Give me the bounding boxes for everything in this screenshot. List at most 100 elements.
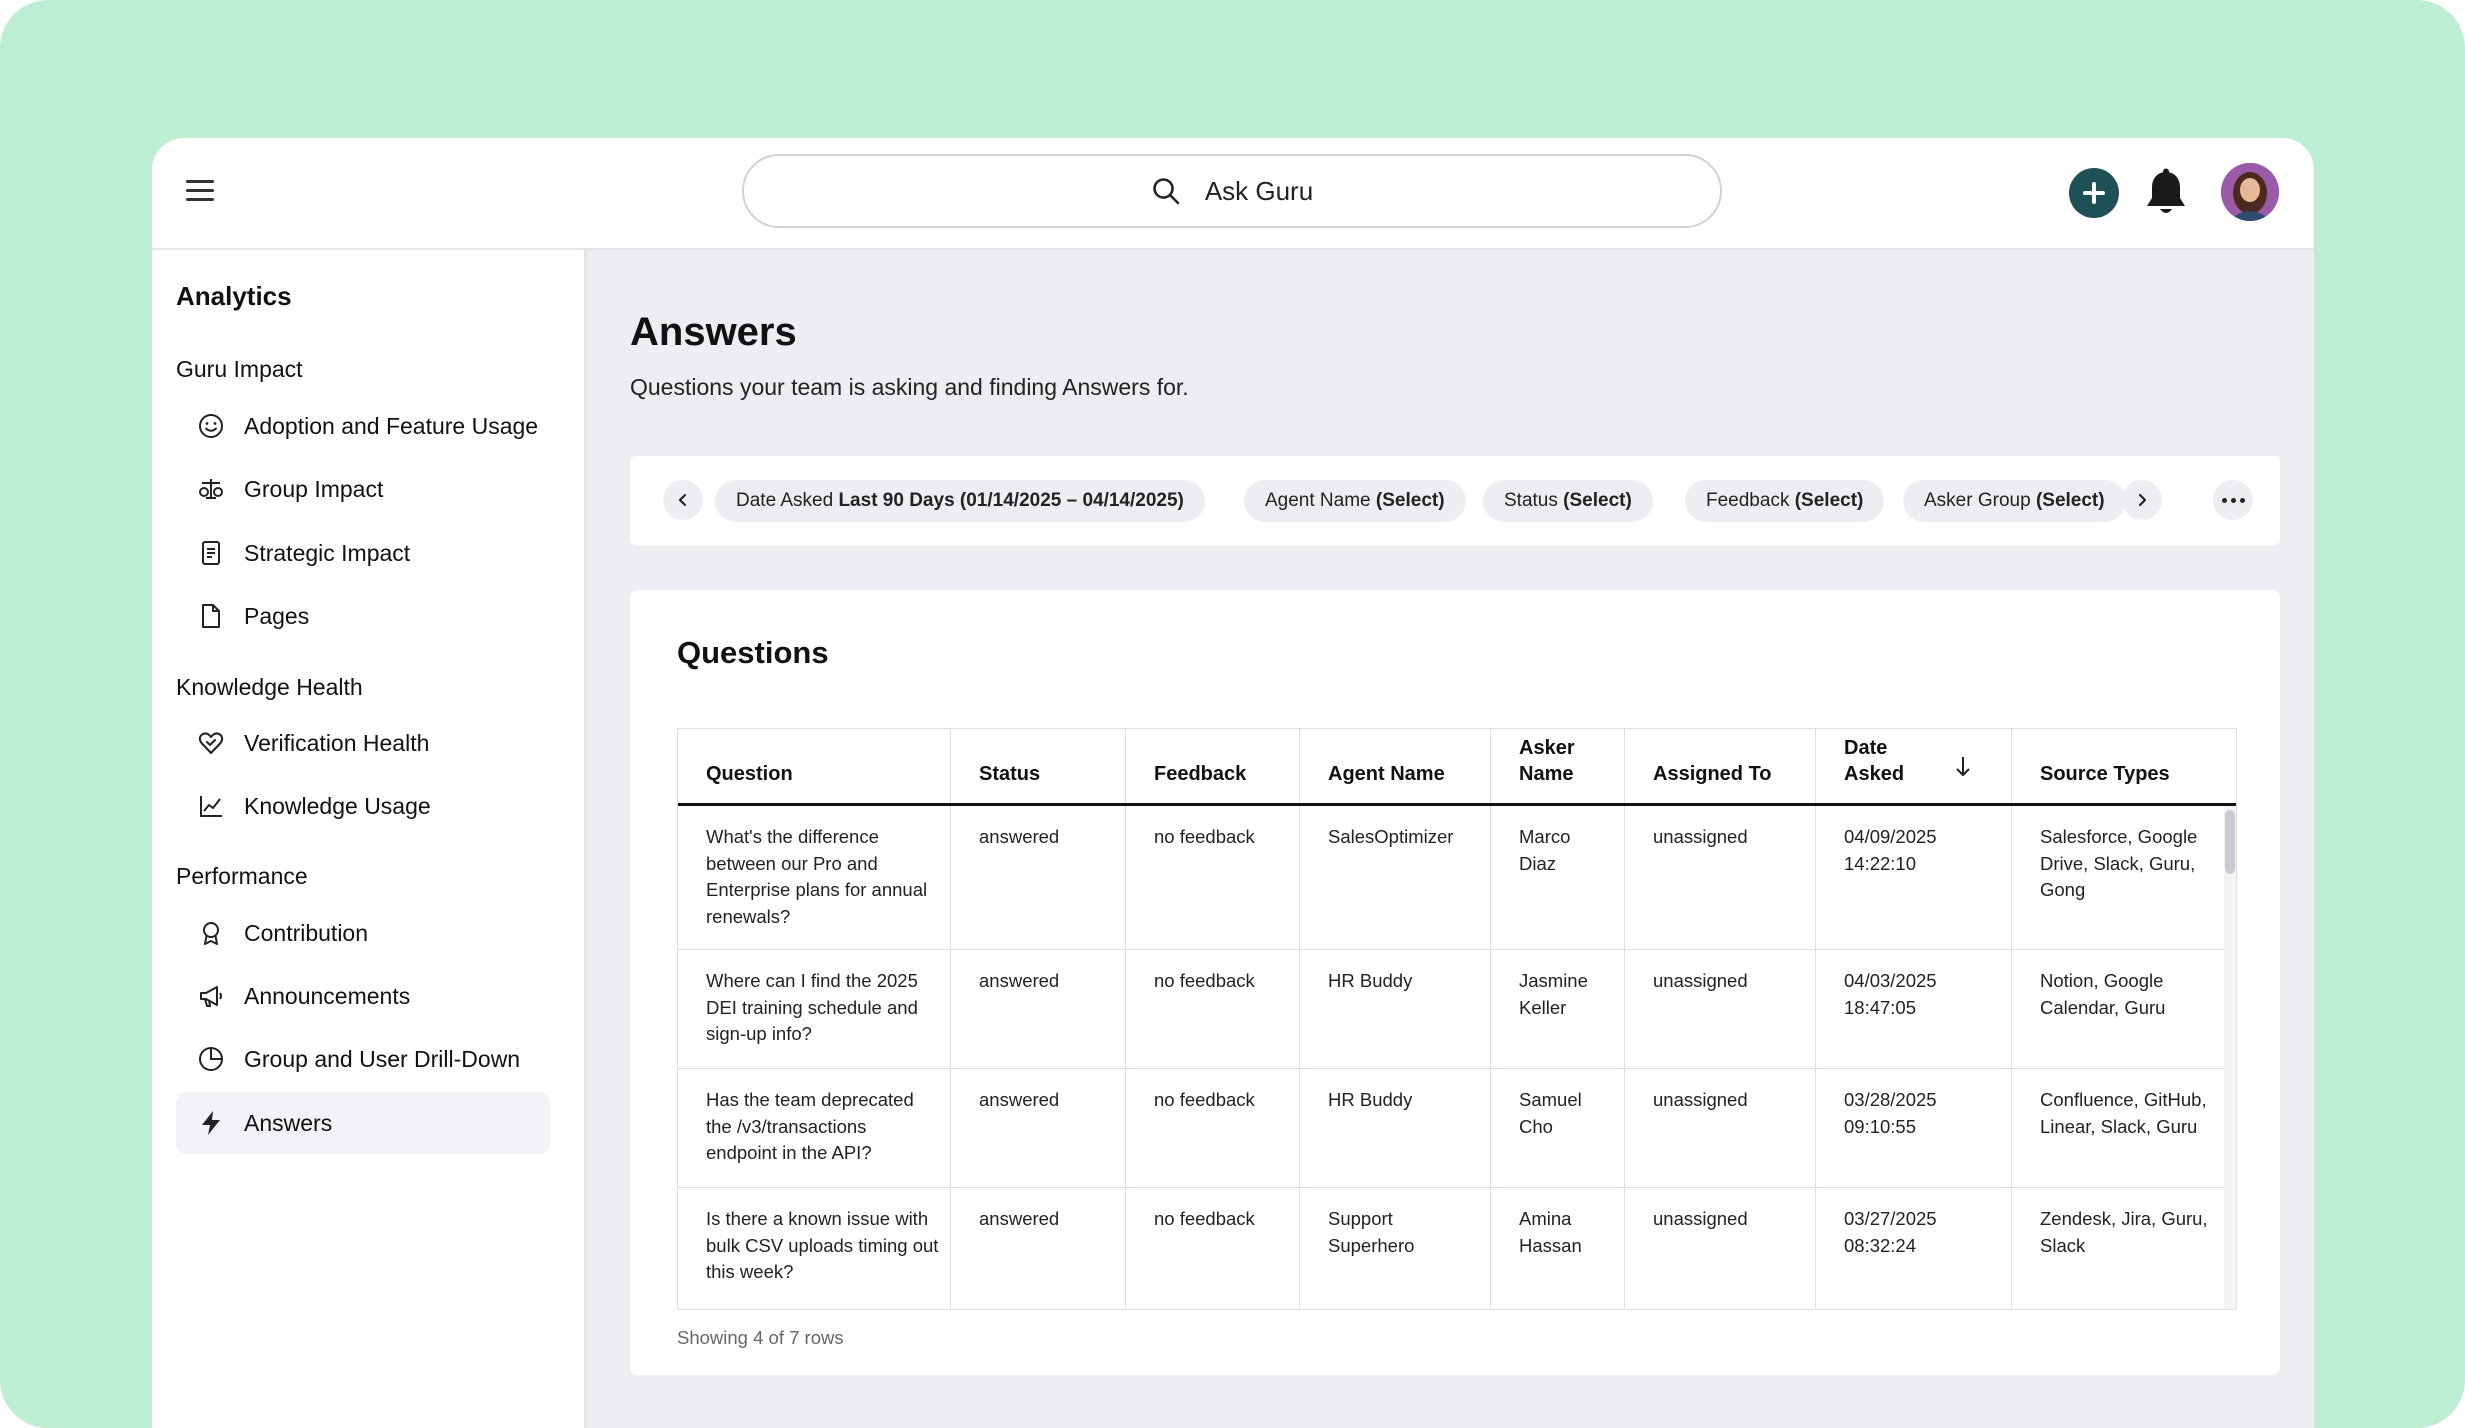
sidebar-item-answers[interactable]: Answers [176,1092,550,1154]
avatar[interactable] [2221,163,2279,221]
cell-agent-name: SalesOptimizer [1328,826,1454,847]
cell-assigned-to: unassigned [1653,970,1748,991]
cell-source-types: Salesforce, Google Drive, Slack, Guru, G… [2040,826,2198,900]
document-icon [202,541,220,565]
cell-feedback: no feedback [1154,1208,1255,1229]
page-icon [202,604,220,628]
column-header-status[interactable]: Status [951,729,1126,803]
cell-date-asked: 04/03/2025 18:47:05 [1844,970,1937,1018]
cell-date-asked: 04/09/2025 14:22:10 [1844,826,1937,874]
page-subtitle: Questions your team is asking and findin… [630,374,1189,400]
sidebar-item-label: Strategic Impact [244,540,411,566]
more-options-button[interactable] [2213,480,2253,520]
cell-status: answered [979,1208,1060,1229]
bell-icon[interactable] [2144,168,2188,218]
scroll-right-button[interactable] [2122,480,2162,520]
column-header-assigned-to[interactable]: Assigned To [1625,729,1816,803]
cell-assigned-to: unassigned [1653,826,1748,847]
questions-table: Question Status Feedback Agent Name Aske… [677,728,2237,1310]
filter-value: Last 90 Days (01/14/2025 – 04/14/2025) [838,490,1184,511]
sidebar-item-adoption[interactable]: Adoption and Feature Usage [176,395,550,457]
search-bar[interactable]: Ask Guru [742,154,1722,228]
scale-icon [199,479,223,499]
filter-status[interactable]: Status (Select) [1483,480,1653,522]
section-guru-impact: Guru Impact [176,356,303,382]
table-scrollbar[interactable] [2224,806,2236,1309]
sidebar-item-label: Adoption and Feature Usage [244,413,539,439]
table-row[interactable]: Is there a known issue with bulk CSV upl… [678,1188,2236,1309]
cell-asker-name: Amina Hassan [1519,1208,1582,1256]
cell-date-asked: 03/28/2025 09:10:55 [1844,1089,1937,1137]
questions-card: Questions Question Status Feedback Agent… [630,590,2280,1375]
pie-chart-icon [199,1047,223,1071]
column-header-date-asked[interactable]: Date Asked [1816,729,2012,803]
sort-descending-icon[interactable] [1954,755,1972,779]
cell-source-types: Zendesk, Jira, Guru, Slack [2040,1208,2208,1256]
column-header-feedback[interactable]: Feedback [1126,729,1300,803]
sidebar-item-announcements[interactable]: Announcements [176,965,550,1027]
cell-question: What's the difference between our Pro an… [706,826,928,927]
sidebar-item-group-user-drilldown[interactable]: Group and User Drill-Down [176,1028,550,1090]
create-button[interactable] [2069,168,2119,218]
chevron-right-icon [2138,493,2147,507]
filter-label: Status [1504,490,1558,511]
sidebar-item-label: Group and User Drill-Down [244,1046,521,1072]
rows-count: Showing 4 of 7 rows [677,1327,844,1348]
sidebar-item-label: Announcements [244,983,411,1009]
scroll-left-button[interactable] [663,480,703,520]
filter-date-asked[interactable]: Date Asked Last 90 Days (01/14/2025 – 04… [715,480,1205,522]
cell-feedback: no feedback [1154,1089,1255,1110]
sidebar: Analytics Guru Impact Adoption and Featu… [152,250,587,1428]
cell-asker-name: Marco Diaz [1519,826,1571,874]
table-row[interactable]: Where can I find the 2025 DEI training s… [678,950,2236,1069]
sidebar-item-strategic-impact[interactable]: Strategic Impact [176,522,550,584]
sidebar-item-knowledge-usage[interactable]: Knowledge Usage [176,775,550,837]
sidebar-item-label: Knowledge Usage [244,793,431,819]
cell-feedback: no feedback [1154,970,1255,991]
sidebar-item-label: Contribution [244,920,369,946]
filter-label: Agent Name [1265,490,1371,511]
table-header: Question Status Feedback Agent Name Aske… [678,729,2236,806]
sidebar-item-label: Group Impact [244,476,384,502]
cell-question: Has the team deprecated the /v3/transact… [706,1089,914,1163]
search-icon [1153,178,1180,205]
sidebar-item-label: Verification Health [244,730,430,756]
filter-asker-group[interactable]: Asker Group (Select) [1903,480,2126,522]
column-header-question[interactable]: Question [678,729,951,803]
sidebar-item-pages[interactable]: Pages [176,585,550,647]
cell-status: answered [979,970,1060,991]
sidebar-item-verification-health[interactable]: Verification Health [176,712,550,774]
lightning-icon [202,1111,220,1135]
search-input[interactable]: Ask Guru [1205,176,1313,207]
column-header-source-types[interactable]: Source Types [2012,729,2236,803]
cell-status: answered [979,826,1060,847]
cell-agent-name: HR Buddy [1328,1089,1413,1110]
table-scrollbar-thumb[interactable] [2225,810,2235,874]
filter-label: Feedback [1706,490,1790,511]
menu-icon[interactable] [186,180,214,202]
heart-check-icon [198,732,224,754]
sidebar-item-label: Pages [244,603,310,629]
cell-agent-name: HR Buddy [1328,970,1413,991]
table-row[interactable]: Has the team deprecated the /v3/transact… [678,1069,2236,1188]
filter-bar: Date Asked Last 90 Days (01/14/2025 – 04… [630,456,2280,546]
table-row[interactable]: What's the difference between our Pro an… [678,806,2236,950]
chevron-left-icon [678,493,687,507]
column-header-asker-name[interactable]: Asker Name [1491,729,1625,803]
sidebar-item-group-impact[interactable]: Group Impact [176,458,550,520]
filter-label: Asker Group [1924,490,2031,511]
cell-status: answered [979,1089,1060,1110]
cell-source-types: Confluence, GitHub, Linear, Slack, Guru [2040,1089,2207,1137]
filter-value: (Select) [1563,490,1632,511]
cell-date-asked: 03/27/2025 08:32:24 [1844,1208,1937,1256]
cell-agent-name: Support Superhero [1328,1208,1415,1256]
top-bar: Ask Guru [152,138,2314,250]
sidebar-item-contribution[interactable]: Contribution [176,902,550,964]
megaphone-icon [200,986,222,1007]
sidebar-item-label: Answers [244,1110,333,1136]
cell-question: Is there a known issue with bulk CSV upl… [706,1208,939,1282]
filter-agent-name[interactable]: Agent Name (Select) [1244,480,1466,522]
filter-feedback[interactable]: Feedback (Select) [1685,480,1885,522]
column-header-agent-name[interactable]: Agent Name [1300,729,1491,803]
section-knowledge-health: Knowledge Health [176,674,363,700]
